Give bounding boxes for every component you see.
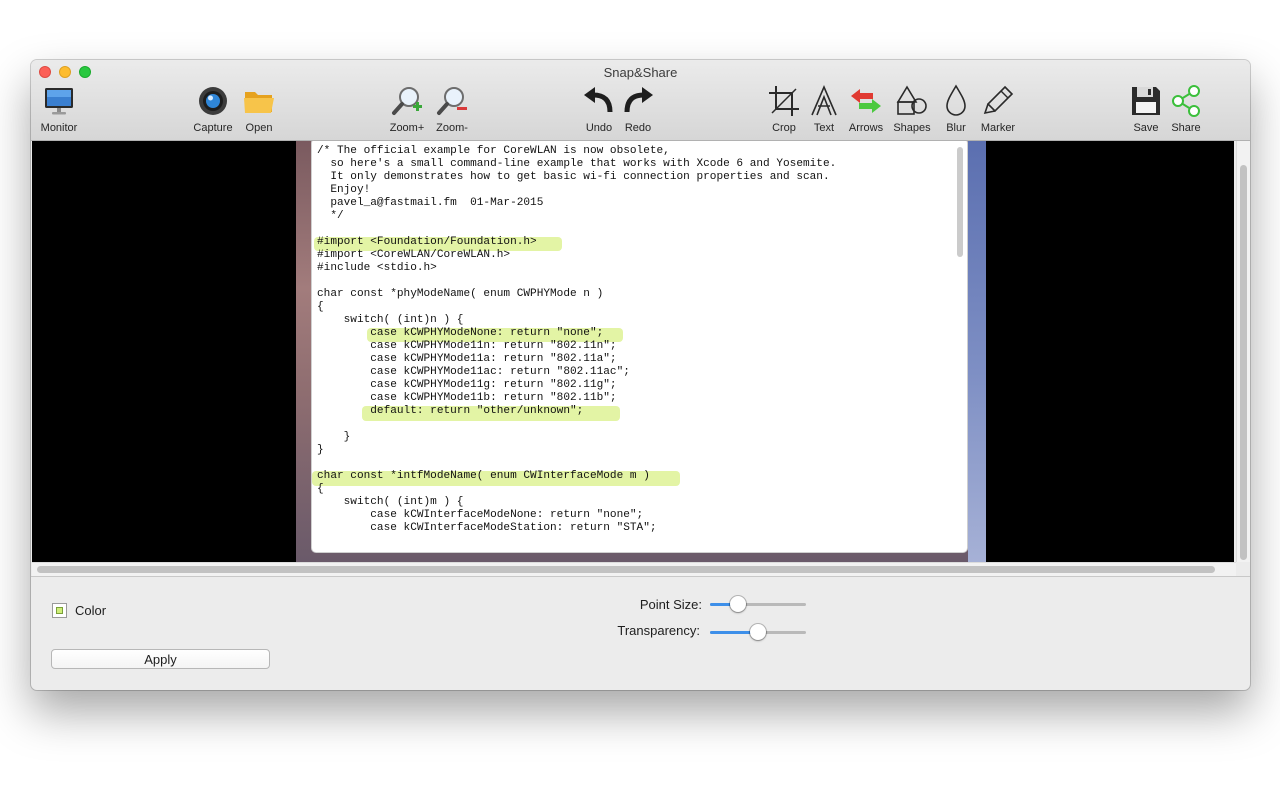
share-label: Share: [1171, 122, 1201, 134]
canvas-area[interactable]: /* The official example for CoreWLAN is …: [32, 141, 1234, 562]
zoom-out-button[interactable]: Zoom-: [432, 84, 472, 134]
app-window: Snap&Share Monitor Capture Open Zoom+ Zo…: [31, 60, 1250, 690]
color-label: Color: [75, 603, 107, 618]
undo-label: Undo: [585, 122, 613, 134]
open-label: Open: [245, 122, 273, 134]
share-button[interactable]: Share: [1168, 84, 1204, 134]
horizontal-scrollbar[interactable]: [32, 562, 1236, 577]
crop-label: Crop: [772, 122, 796, 134]
title-bar: Snap&Share Monitor Capture Open Zoom+ Zo…: [31, 60, 1250, 141]
arrows-label: Arrows: [848, 122, 884, 134]
zoom-in-icon: [392, 87, 422, 115]
editor-scrollbar: [957, 147, 963, 257]
open-button[interactable]: Open: [240, 84, 278, 134]
crop-icon: [769, 86, 799, 116]
zoom-in-button[interactable]: Zoom+: [387, 84, 427, 134]
zoom-in-label: Zoom+: [389, 122, 425, 134]
color-swatch: [56, 607, 63, 614]
marker-button[interactable]: Marker: [977, 84, 1019, 134]
monitor-label: Monitor: [40, 122, 78, 134]
point-size-slider[interactable]: [710, 596, 806, 612]
save-label: Save: [1133, 122, 1159, 134]
blur-button[interactable]: Blur: [939, 84, 973, 134]
shapes-icon: [896, 85, 927, 115]
marker-label: Marker: [980, 122, 1016, 134]
crop-button[interactable]: Crop: [766, 84, 802, 134]
marker-pen-icon: [983, 85, 1014, 115]
redo-label: Redo: [624, 122, 652, 134]
folder-icon: [244, 92, 274, 113]
share-icon: [1172, 85, 1200, 117]
blur-label: Blur: [946, 122, 966, 134]
redo-icon: [624, 87, 653, 113]
horizontal-scroll-thumb[interactable]: [37, 566, 1215, 573]
vertical-scroll-thumb[interactable]: [1240, 165, 1247, 560]
arrows-icon: [851, 89, 881, 113]
captured-screenshot[interactable]: /* The official example for CoreWLAN is …: [296, 141, 986, 562]
shapes-button[interactable]: Shapes: [891, 84, 933, 134]
zoom-out-label: Zoom-: [436, 122, 468, 134]
monitor-icon: [45, 88, 73, 115]
undo-button[interactable]: Undo: [581, 84, 617, 134]
code-editor-window: /* The official example for CoreWLAN is …: [312, 141, 967, 552]
floppy-disk-icon: [1132, 87, 1160, 115]
point-size-label: Point Size:: [639, 597, 702, 612]
slider-knob[interactable]: [750, 624, 766, 640]
slider-knob[interactable]: [730, 596, 746, 612]
redo-button[interactable]: Redo: [620, 84, 656, 134]
shapes-label: Shapes: [893, 122, 931, 134]
undo-icon: [584, 87, 613, 113]
capture-button[interactable]: Capture: [191, 84, 235, 134]
transparency-label: Transparency:: [617, 623, 700, 638]
code-text: /* The official example for CoreWLAN is …: [317, 145, 837, 534]
vertical-scrollbar[interactable]: [1236, 141, 1250, 562]
camera-lens-icon: [199, 87, 227, 115]
window-title: Snap&Share: [603, 65, 678, 80]
blur-drop-icon: [946, 84, 966, 116]
color-well[interactable]: [52, 603, 67, 618]
panel-divider: [31, 576, 1250, 577]
arrows-button[interactable]: Arrows: [845, 84, 887, 134]
zoom-out-icon: [437, 87, 467, 115]
apply-button[interactable]: Apply: [51, 649, 270, 669]
monitor-button[interactable]: Monitor: [36, 84, 82, 134]
screenshot-background-strip: [968, 141, 986, 562]
save-button[interactable]: Save: [1128, 84, 1164, 134]
text-button[interactable]: Text: [807, 84, 841, 134]
text-icon: [811, 84, 837, 116]
transparency-slider[interactable]: [710, 624, 806, 640]
capture-label: Capture: [193, 122, 233, 134]
text-label: Text: [813, 122, 835, 134]
